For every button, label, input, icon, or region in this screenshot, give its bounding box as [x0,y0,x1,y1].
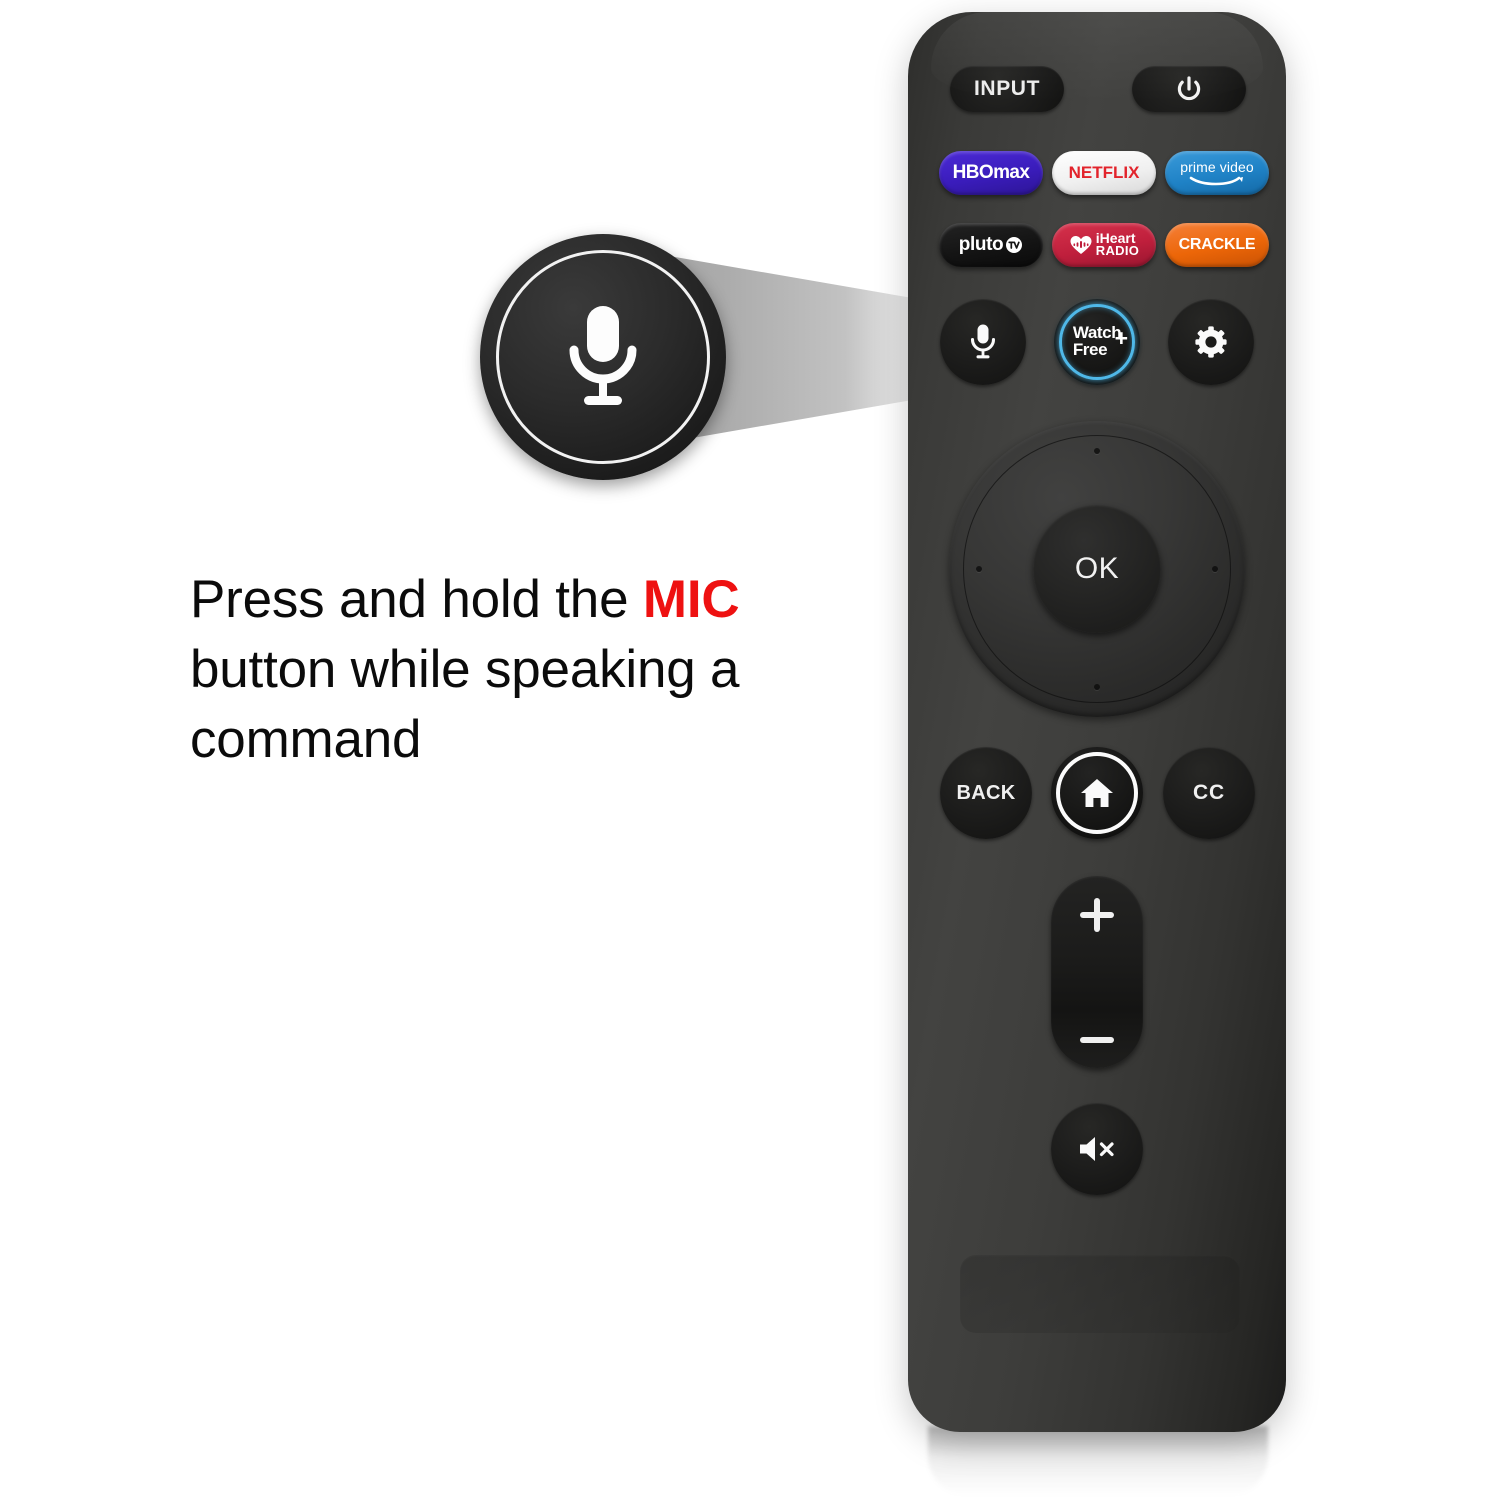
mic-button[interactable] [940,299,1026,385]
app-button-iheartradio[interactable]: iHeart RADIO [1052,223,1156,267]
app-label-crackle: CRACKLE [1178,236,1256,253]
microphone-icon [569,306,637,405]
power-icon [1177,76,1201,101]
settings-button[interactable] [1168,299,1254,385]
dpad-right-indicator[interactable] [1212,566,1218,572]
plus-icon-bar [1080,912,1114,918]
app-button-pluto-tv[interactable]: pluto [939,223,1043,267]
app-label-pluto: pluto [958,234,1004,255]
instruction-text: Press and hold the MIC button while spea… [190,565,830,775]
volume-down-button[interactable] [1051,1034,1143,1046]
gear-icon [1195,326,1227,358]
app-label-hbomax: HBOmax [952,162,1030,183]
home-button[interactable] [1051,747,1143,839]
app-label-iheart-bottom: RADIO [1095,243,1140,259]
home-icon [1081,779,1113,807]
watch-free-plus-label: + [1114,325,1128,351]
back-button-label: BACK [956,781,1016,804]
power-button[interactable] [1132,66,1246,112]
minus-icon [1080,1037,1114,1043]
battery-compartment-panel [960,1255,1240,1333]
app-button-prime-video[interactable]: prime video [1165,151,1269,195]
app-label-prime-video: prime video [1180,158,1254,175]
microphone-icon [970,324,996,359]
app-button-crackle[interactable]: CRACKLE [1165,223,1269,267]
instruction-highlight-mic: MIC [642,570,740,629]
dpad-up-indicator[interactable] [1094,448,1100,454]
volume-up-button[interactable] [1051,898,1143,932]
mute-button[interactable] [1051,1103,1143,1195]
watch-free-button[interactable]: Watch Free + [1054,299,1140,385]
input-button-label: INPUT [974,77,1040,100]
dpad-left-indicator[interactable] [976,566,982,572]
directional-pad[interactable]: OK [949,421,1245,717]
closed-caption-button[interactable]: CC [1163,747,1255,839]
iheartradio-logo-icon [1070,235,1092,254]
volume-rocker[interactable] [1051,876,1143,1068]
tv-remote-control: INPUT HBOmax NETFLIX prime video pluto i… [908,12,1286,1432]
instruction-part-1: Press and hold the [190,570,643,629]
amazon-smile-icon [1189,176,1243,185]
app-label-netflix: NETFLIX [1068,163,1140,182]
speaker-mute-icon [1080,1137,1114,1161]
dpad-down-indicator[interactable] [1094,684,1100,690]
app-button-netflix[interactable]: NETFLIX [1052,151,1156,195]
pluto-tv-circle-icon [1006,237,1023,253]
mic-callout-badge [480,234,726,480]
app-button-hbomax[interactable]: HBOmax [939,151,1043,195]
cc-button-label: CC [1193,781,1225,804]
remote-reflection [928,1426,1268,1496]
ok-button-label: OK [1074,552,1120,585]
back-button[interactable]: BACK [940,747,1032,839]
ok-button[interactable]: OK [1033,505,1161,633]
input-button[interactable]: INPUT [950,66,1064,112]
instruction-part-2: button while speaking a command [190,639,740,769]
